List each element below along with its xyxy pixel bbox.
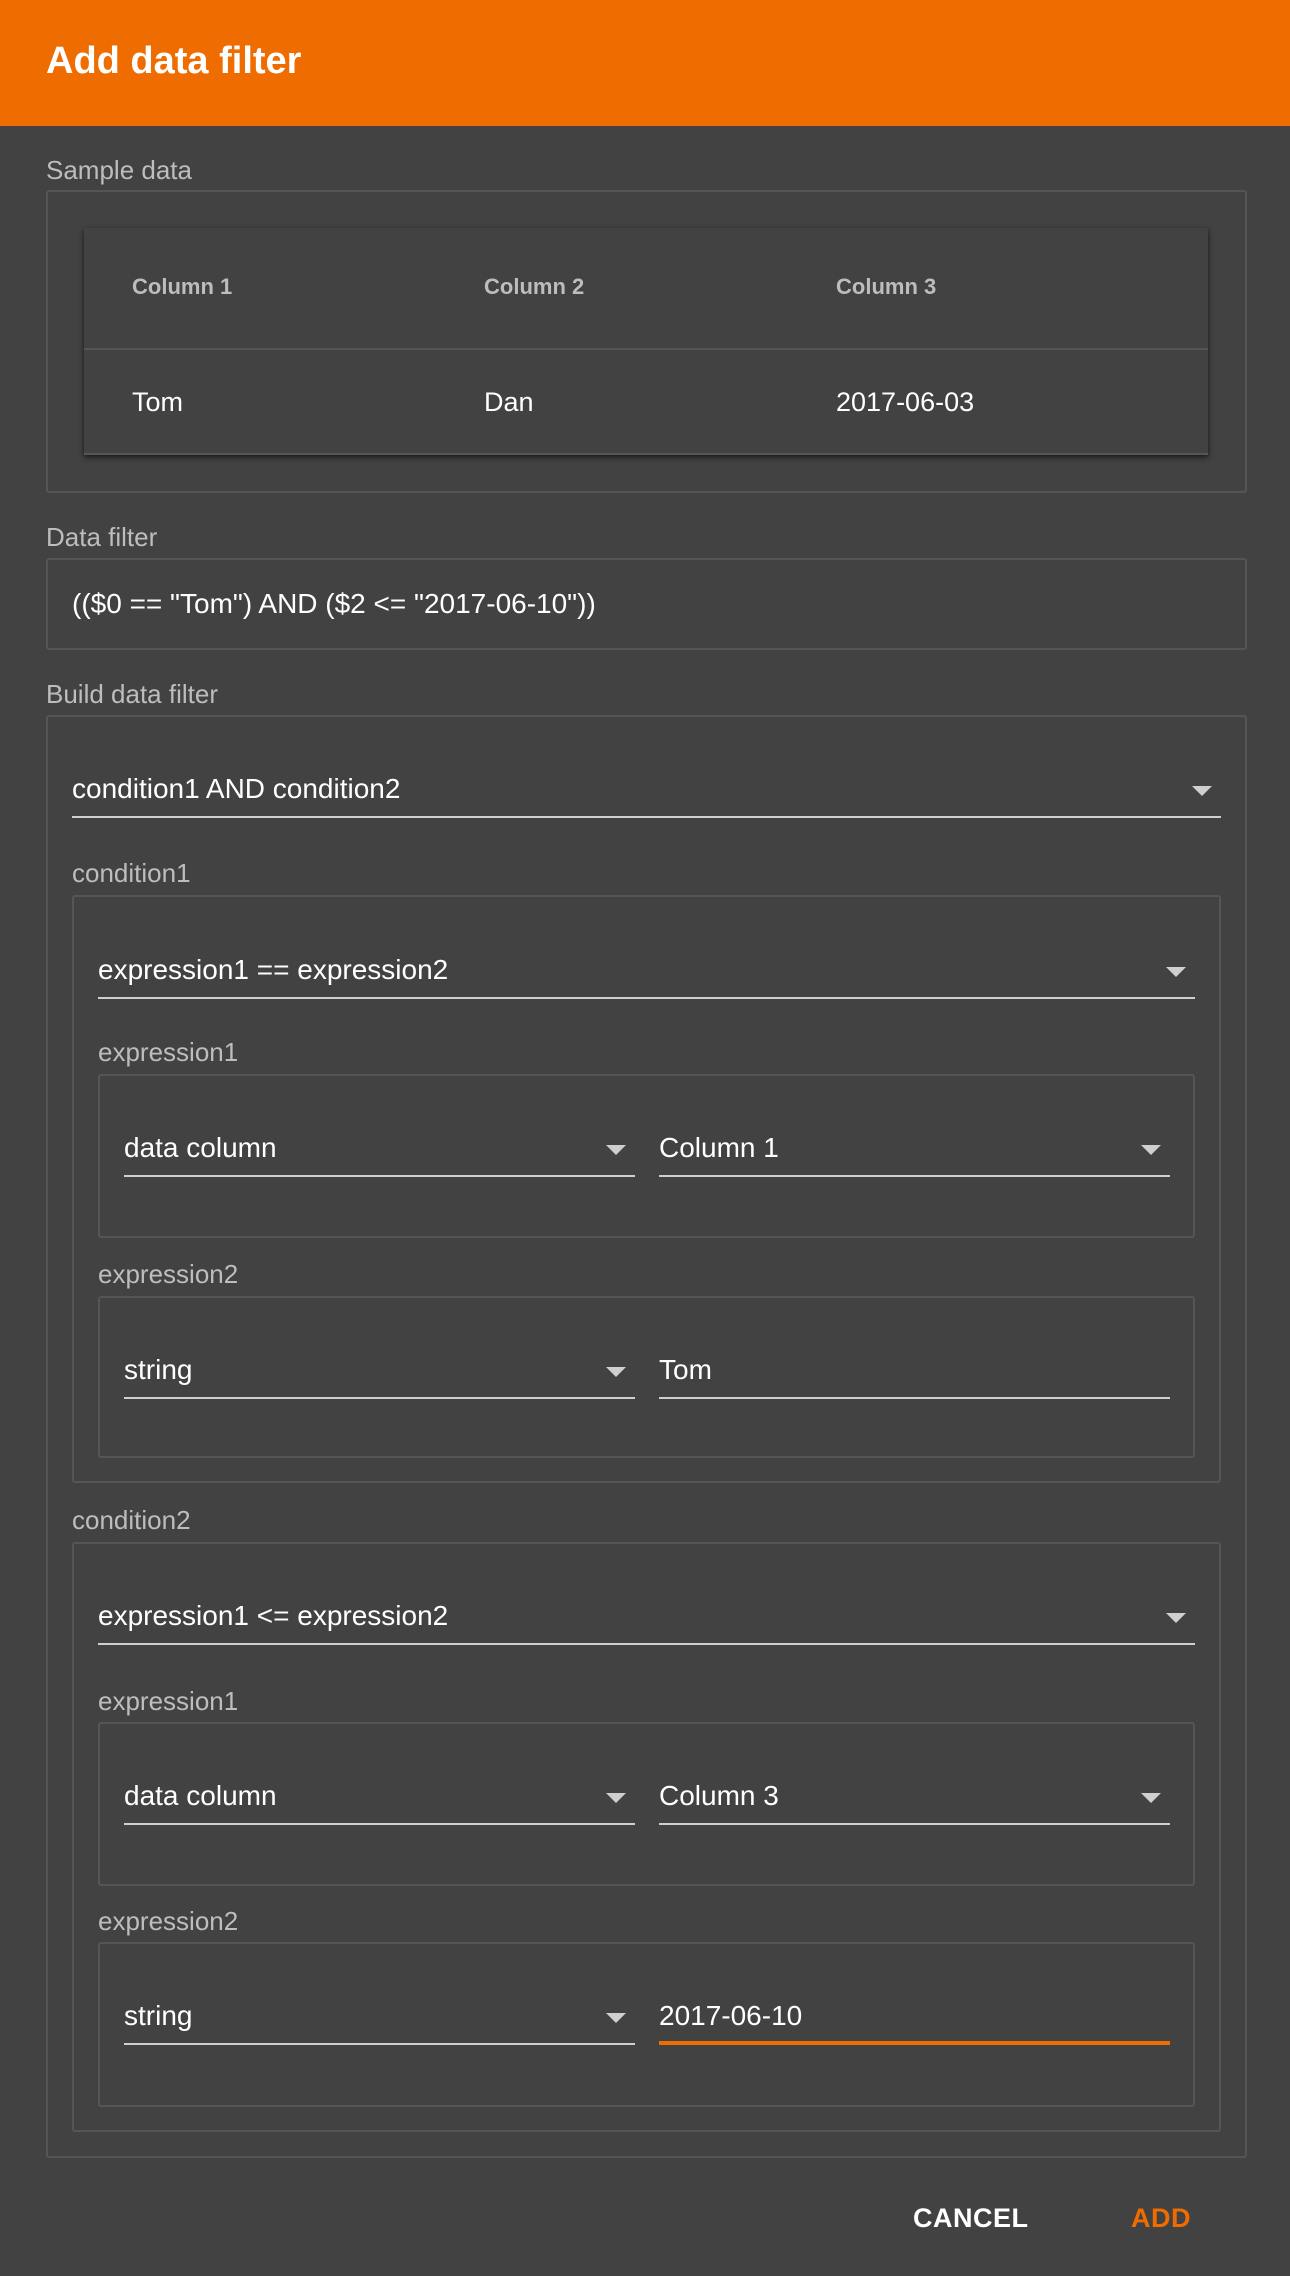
condition2-expression2-type-select[interactable]: string <box>124 1997 635 2046</box>
dropdown-arrow-icon <box>1192 786 1212 796</box>
type-select-value: data column <box>124 1132 277 1163</box>
input-underline-focused <box>659 2041 1170 2045</box>
table-cell: Tom <box>132 387 184 417</box>
dropdown-arrow-icon <box>606 1145 626 1155</box>
table-cell: 2017-06-03 <box>836 387 975 417</box>
input-value: 2017-06-10 <box>659 2000 803 2031</box>
condition2-expression1-column-select[interactable]: Column 3 <box>659 1777 1170 1826</box>
sample-data-box: Column 1 Column 2 Column 3 Tom Dan 2017-… <box>46 190 1247 493</box>
data-filter-label: Data filter <box>46 522 158 552</box>
build-filter-label: Build data filter <box>46 679 218 709</box>
input-value: Tom <box>659 1354 712 1385</box>
comparison-select-value: expression1 == expression2 <box>98 954 449 985</box>
condition1-expression1-column-select[interactable]: Column 1 <box>659 1129 1170 1178</box>
dropdown-arrow-icon <box>1166 967 1186 977</box>
condition2-expression2-value-input[interactable]: 2017-06-10 <box>659 1997 1170 2046</box>
dropdown-arrow-icon <box>606 2013 626 2023</box>
select-underline <box>124 2043 635 2045</box>
column-header: Column 3 <box>836 274 937 299</box>
column-select-value: Column 3 <box>659 1780 779 1811</box>
dropdown-arrow-icon <box>606 1793 626 1803</box>
condition2-expression2-label: expression2 <box>98 1906 239 1936</box>
table-bottom-divider <box>84 453 1208 455</box>
condition2-expression1-type-select[interactable]: data column <box>124 1777 635 1826</box>
type-select-value: string <box>124 1354 193 1385</box>
condition1-expression2-label: expression2 <box>98 1259 239 1289</box>
data-filter-expression: (($0 == "Tom") AND ($2 <= "2017-06-10")) <box>72 588 596 619</box>
select-underline <box>659 1175 1170 1177</box>
condition2-expression1-label: expression1 <box>98 1686 239 1716</box>
select-underline <box>124 1175 635 1177</box>
condition1-expression1-type-select[interactable]: data column <box>124 1129 635 1178</box>
sample-data-label: Sample data <box>46 155 192 185</box>
input-underline <box>659 1397 1170 1399</box>
dropdown-arrow-icon <box>1141 1793 1161 1803</box>
dropdown-arrow-icon <box>1166 1613 1186 1623</box>
select-underline <box>124 1823 635 1825</box>
condition1-comparison-select[interactable]: expression1 == expression2 <box>98 951 1195 1000</box>
condition1-expression1-label: expression1 <box>98 1037 239 1067</box>
type-select-value: data column <box>124 1780 277 1811</box>
column-header: Column 2 <box>484 274 585 299</box>
column-header: Column 1 <box>132 274 233 299</box>
table-cell: Dan <box>484 387 534 417</box>
select-underline <box>659 1823 1170 1825</box>
dialog-title: Add data filter <box>46 40 302 82</box>
table-row: Tom Dan 2017-06-03 <box>84 350 1208 453</box>
type-select-value: string <box>124 2000 193 2031</box>
select-underline <box>98 997 1195 999</box>
dropdown-arrow-icon <box>1141 1145 1161 1155</box>
select-underline <box>98 1643 1195 1645</box>
operator-select-value: condition1 AND condition2 <box>72 773 401 804</box>
condition2-label: condition2 <box>72 1505 191 1535</box>
comparison-select-value: expression1 <= expression2 <box>98 1600 449 1631</box>
cancel-button[interactable]: CANCEL <box>913 2202 1029 2234</box>
data-filter-box: (($0 == "Tom") AND ($2 <= "2017-06-10")) <box>46 558 1247 650</box>
dropdown-arrow-icon <box>606 1367 626 1377</box>
condition1-expression2-value-input[interactable]: Tom <box>659 1351 1170 1400</box>
condition1-expression2-type-select[interactable]: string <box>124 1351 635 1400</box>
column-select-value: Column 1 <box>659 1132 779 1163</box>
condition2-comparison-select[interactable]: expression1 <= expression2 <box>98 1597 1195 1646</box>
dialog-header: Add data filter <box>0 0 1290 126</box>
condition1-label: condition1 <box>72 858 191 888</box>
select-underline <box>124 1397 635 1399</box>
operator-select[interactable]: condition1 AND condition2 <box>72 770 1221 819</box>
sample-data-table: Column 1 Column 2 Column 3 Tom Dan 2017-… <box>84 228 1208 455</box>
select-underline <box>72 816 1221 818</box>
add-button[interactable]: ADD <box>1131 2202 1191 2234</box>
